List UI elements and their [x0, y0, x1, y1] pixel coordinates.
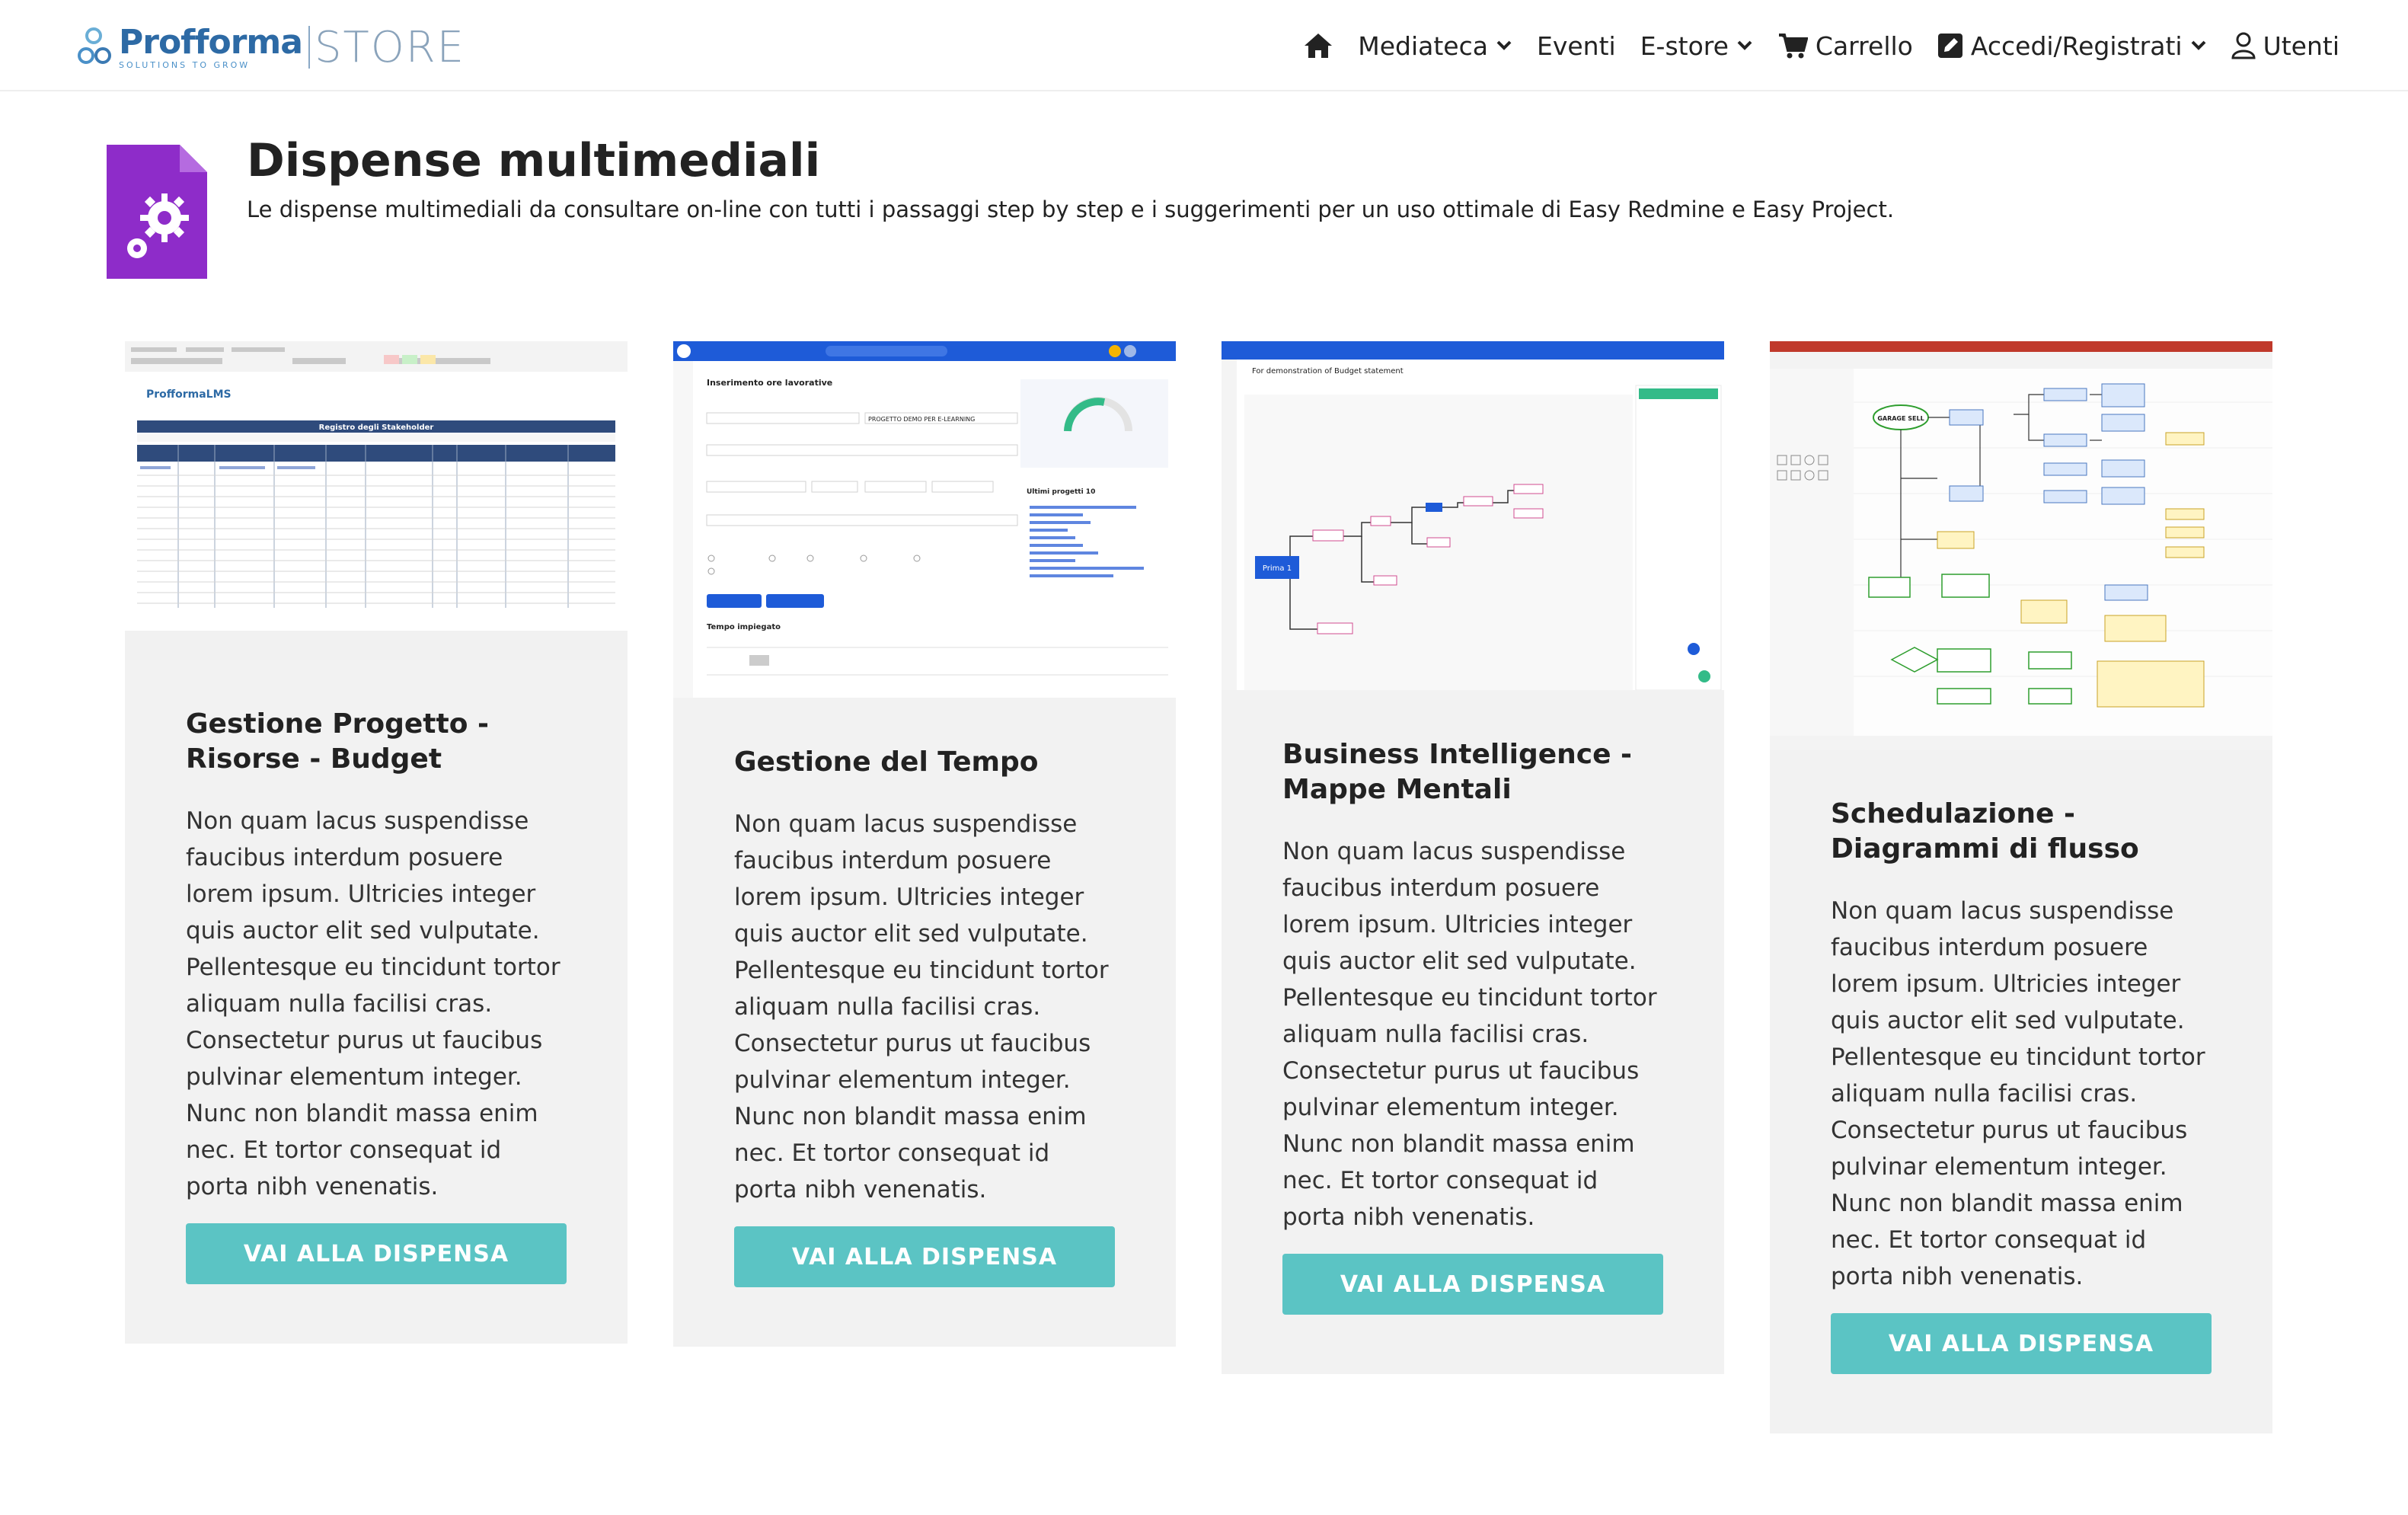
thumb-logo: ProfformaLMS: [146, 388, 232, 401]
card-description: Non quam lacus suspendisse faucibus inte…: [1831, 897, 2205, 1290]
card-thumbnail-flowchart: GARAGE SELL: [1770, 341, 2272, 750]
card-title: Gestione del Tempo: [734, 746, 1039, 778]
nav-utenti-label: Utenti: [2263, 30, 2339, 61]
nav-mediateca[interactable]: Mediateca: [1358, 31, 1512, 61]
vai-alla-dispensa-button[interactable]: VAI ALLA DISPENSA: [734, 1226, 1115, 1287]
document-gear-icon: [107, 145, 207, 279]
chevron-down-icon: [1737, 40, 1752, 50]
edit-square-icon: [1937, 34, 1962, 58]
nav-carrello-label: Carrello: [1815, 30, 1913, 61]
vai-alla-dispensa-button[interactable]: VAI ALLA DISPENSA: [186, 1223, 567, 1284]
nav-accedi[interactable]: Accedi/Registrati: [1937, 31, 2207, 61]
chevron-down-icon: [2191, 40, 2205, 50]
logo-store-text: STORE: [314, 22, 466, 72]
card-description: Non quam lacus suspendisse faucibus inte…: [734, 810, 1109, 1203]
top-navbar: Profforma SOLUTIONS TO GROW STORE Mediat…: [0, 0, 2408, 91]
card-title: Gestione Progetto - Risorse - Budget: [186, 708, 489, 775]
nav-estore-label: E-store: [1640, 30, 1729, 61]
nav-eventi[interactable]: Eventi: [1537, 31, 1616, 61]
main-nav: Mediateca Eventi E-store Carrello Accedi…: [1303, 23, 2339, 69]
spreadsheet-preview: ProfformaLMS Registro degli Stakeholder: [125, 341, 628, 660]
card-gestione-progetto: ProfformaLMS Registro degli Stakeholder …: [125, 341, 628, 1344]
logo-separator: [308, 26, 310, 69]
nav-home[interactable]: [1303, 32, 1333, 59]
card-description: Non quam lacus suspendisse faucibus inte…: [186, 807, 560, 1200]
nav-carrello[interactable]: Carrello: [1777, 31, 1913, 61]
logo-mark-icon: [76, 24, 114, 70]
thumb-sheet-title: Registro degli Stakeholder: [319, 423, 434, 432]
card-business-intelligence: For demonstration of Budget statement Pr…: [1222, 341, 1724, 1374]
nav-eventi-label: Eventi: [1536, 30, 1616, 61]
thumb-flow-start: GARAGE SELL: [1877, 415, 1924, 422]
nav-estore[interactable]: E-store: [1640, 31, 1753, 61]
card-thumbnail-mindmap: For demonstration of Budget statement Pr…: [1222, 341, 1724, 690]
page-title: Dispense multimediali: [247, 134, 821, 187]
vai-alla-dispensa-button[interactable]: VAI ALLA DISPENSA: [1831, 1313, 2212, 1374]
card-title: Schedulazione - Diagrammi di flusso: [1831, 798, 2139, 865]
nav-accedi-label: Accedi/Registrati: [1970, 30, 2183, 61]
mindmap-preview: For demonstration of Budget statement Pr…: [1222, 341, 1724, 690]
thumb-time-section: Tempo impiegato: [707, 623, 781, 631]
flowchart-preview: GARAGE SELL: [1770, 341, 2272, 750]
thumb-mindmap-title: For demonstration of Budget statement: [1252, 367, 1404, 376]
cart-icon: [1778, 34, 1808, 59]
store-logo[interactable]: Profforma SOLUTIONS TO GROW STORE: [76, 17, 465, 78]
card-gestione-tempo: Inserimento ore lavorative PROGETTO DEMO…: [673, 341, 1176, 1347]
nav-mediateca-label: Mediateca: [1358, 30, 1488, 61]
page-description: Le dispense multimediali da consultare o…: [247, 197, 1895, 222]
nav-utenti[interactable]: Utenti: [2231, 31, 2339, 61]
logo-brand-text: Profforma: [119, 22, 303, 62]
timesheet-preview: Inserimento ore lavorative PROGETTO DEMO…: [673, 341, 1176, 698]
thumb-mindmap-root: Prima 1: [1263, 564, 1292, 573]
vai-alla-dispensa-button[interactable]: VAI ALLA DISPENSA: [1282, 1254, 1663, 1315]
logo-tagline: SOLUTIONS TO GROW: [119, 59, 251, 70]
user-icon: [2231, 32, 2256, 59]
card-thumbnail-spreadsheet: ProfformaLMS Registro degli Stakeholder: [125, 341, 628, 660]
thumb-project-name: PROGETTO DEMO PER E-LEARNING: [868, 416, 975, 423]
thumb-recent-projects: Ultimi progetti 10: [1027, 488, 1095, 496]
thumb-form-title: Inserimento ore lavorative: [707, 378, 832, 388]
card-thumbnail-timesheet: Inserimento ore lavorative PROGETTO DEMO…: [673, 341, 1176, 698]
home-icon: [1305, 34, 1333, 58]
card-description: Non quam lacus suspendisse faucibus inte…: [1282, 838, 1657, 1231]
chevron-down-icon: [1496, 40, 1512, 50]
card-schedulazione: GARAGE SELL Schedulazione - Diagrammi di…: [1770, 341, 2272, 1433]
card-title: Business Intelligence - Mappe Mentali: [1282, 739, 1632, 805]
